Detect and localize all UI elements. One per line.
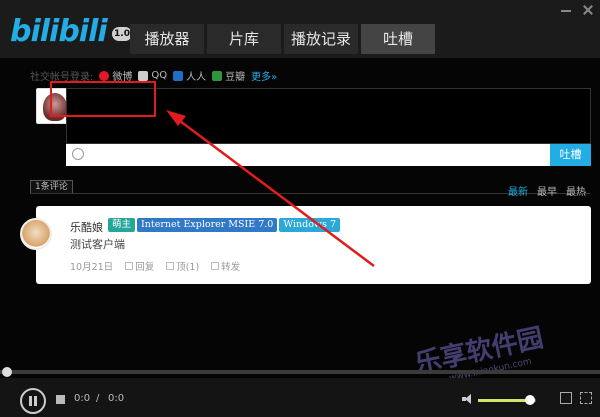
sort-hottest[interactable]: 最热 <box>566 183 586 198</box>
comment-meta: 10月21日 回复 顶(1) 转发 <box>70 259 240 273</box>
os-badge: Windows 7 <box>279 218 340 232</box>
tab-history[interactable]: 播放记录 <box>284 24 358 54</box>
reply-label: 回复 <box>135 262 155 273</box>
tab-comments[interactable]: 吐槽 <box>361 24 435 54</box>
sort-newest[interactable]: 最新 <box>508 183 528 198</box>
volume-fill <box>478 399 531 402</box>
tab-player[interactable]: 播放器 <box>130 24 204 54</box>
share-button[interactable]: 转发 <box>211 259 240 273</box>
send-comment-button[interactable]: 吐槽 <box>550 144 591 166</box>
seek-handle[interactable] <box>2 367 12 377</box>
seek-bar[interactable] <box>0 370 600 374</box>
reply-icon <box>125 262 134 270</box>
social-douban-label: 豆瓣 <box>225 72 246 83</box>
stop-button[interactable] <box>56 395 65 404</box>
like-button[interactable]: 顶(1) <box>166 259 199 273</box>
main-tabs: 播放器 片库 播放记录 吐槽 <box>130 24 435 54</box>
window-controls <box>560 4 594 16</box>
share-label: 转发 <box>221 262 241 273</box>
total-time: 0:0 <box>108 393 125 404</box>
sort-oldest[interactable]: 最早 <box>537 183 557 198</box>
social-qq[interactable]: QQ <box>138 70 167 81</box>
social-douban[interactable]: 豆瓣 <box>212 68 245 83</box>
like-label: 顶(1) <box>176 262 200 273</box>
download-icon[interactable] <box>560 392 572 404</box>
owner-badge: 萌主 <box>108 218 136 232</box>
commenter-avatar[interactable] <box>20 218 52 250</box>
app-logo: bilibili 1.0 <box>10 12 132 52</box>
social-renren-label: 人人 <box>186 72 207 83</box>
version-badge: 1.0 <box>112 27 132 41</box>
title-bar: bilibili 1.0 播放器 片库 播放记录 吐槽 <box>0 0 600 58</box>
weibo-icon <box>99 70 110 81</box>
sort-options: 最新 最早 最热 <box>508 183 586 198</box>
qq-icon <box>138 70 149 81</box>
logo-text: bilibili <box>10 14 108 49</box>
smiley-icon[interactable] <box>72 148 84 160</box>
commenter-name[interactable]: 乐酷娘 <box>70 219 103 235</box>
browser-badge: Internet Explorer MSIE 7.0 <box>137 218 278 232</box>
volume-icon[interactable] <box>462 394 472 404</box>
comments-divider <box>30 193 590 194</box>
share-icon <box>211 262 220 270</box>
fullscreen-icon[interactable] <box>580 392 592 404</box>
annotation-highlight-box <box>50 81 156 117</box>
reply-button[interactable]: 回复 <box>125 259 154 273</box>
comment-date: 10月21日 <box>70 262 114 273</box>
commenter-badges: 萌主 Internet Explorer MSIE 7.0 Windows 7 <box>108 218 340 232</box>
comment-count: 1条评论 <box>30 180 73 194</box>
current-time: 0:0 <box>74 393 91 404</box>
minimize-icon[interactable] <box>560 4 572 16</box>
comment-text: 测试客户端 <box>70 238 125 251</box>
thumbs-up-icon <box>166 262 175 270</box>
close-icon[interactable] <box>582 4 594 16</box>
pause-button[interactable] <box>20 388 46 414</box>
tab-library[interactable]: 片库 <box>207 24 281 54</box>
composer-toolbar <box>66 144 550 166</box>
renren-icon <box>173 70 184 81</box>
comment-card: 乐酷娘 萌主 Internet Explorer MSIE 7.0 Window… <box>20 206 591 284</box>
time-separator: / <box>96 393 100 404</box>
douban-icon <box>212 70 223 81</box>
social-qq-label: QQ <box>151 70 168 81</box>
social-renren[interactable]: 人人 <box>173 68 206 83</box>
social-more-link[interactable]: 更多» <box>251 68 277 83</box>
